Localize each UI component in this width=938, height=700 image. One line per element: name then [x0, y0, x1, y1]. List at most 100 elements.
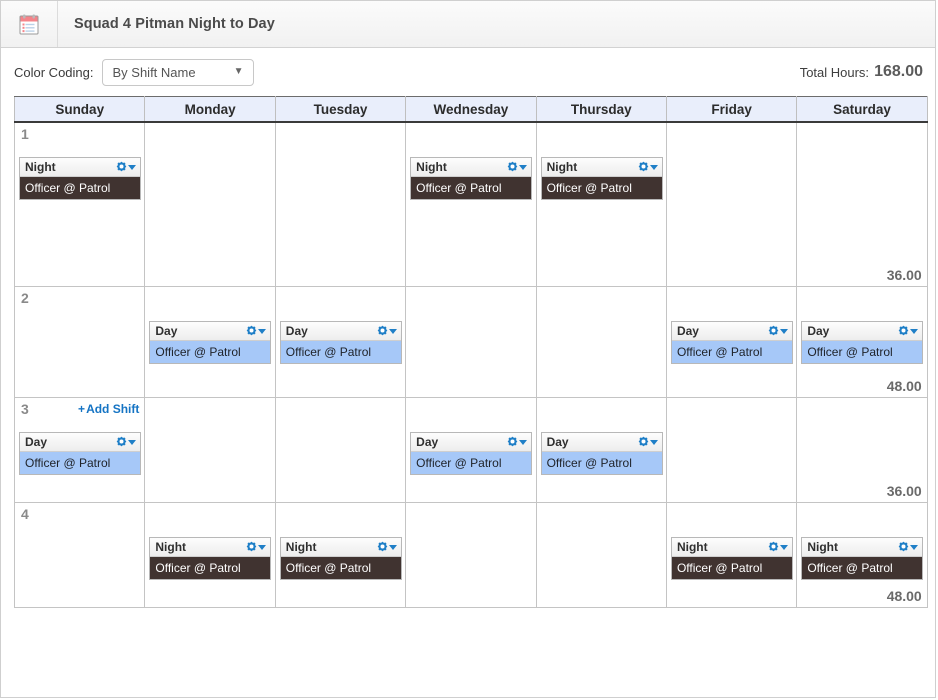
shift-card[interactable]: DayOfficer @ Patrol [19, 432, 141, 475]
cell-spacer [410, 291, 531, 311]
shift-card-header: Day [411, 433, 531, 452]
shift-menu-button[interactable] [768, 540, 788, 555]
calendar-cell[interactable]: 36.00 [797, 398, 927, 503]
shift-menu-button[interactable] [246, 324, 266, 339]
shift-card[interactable]: NightOfficer @ Patrol [19, 157, 141, 200]
chevron-down-icon [389, 329, 397, 334]
shift-card-header: Night [542, 158, 662, 177]
cell-inner: DayOfficer @ Patrol [406, 398, 535, 502]
week-number: 2 [21, 291, 29, 306]
shift-menu-button[interactable] [638, 435, 658, 450]
color-coding-label: Color Coding: [14, 65, 94, 80]
shift-card[interactable]: NightOfficer @ Patrol [801, 537, 923, 580]
calendar-cell[interactable]: NightOfficer @ Patrol [666, 503, 796, 608]
cell-spacer [280, 507, 401, 527]
cell-spacer [149, 127, 270, 147]
shift-card[interactable]: DayOfficer @ Patrol [671, 321, 793, 364]
toolbar: Color Coding: By Shift Name ▼ Total Hour… [1, 48, 935, 96]
calendar-cell[interactable] [145, 122, 275, 287]
calendar-cell[interactable]: DayOfficer @ Patrol [536, 398, 666, 503]
cell-inner: DayOfficer @ Patrol [276, 287, 405, 397]
page-title: Squad 4 Pitman Night to Day [58, 1, 275, 47]
shift-assignment: Officer @ Patrol [150, 341, 270, 363]
calendar-cell[interactable] [275, 122, 405, 287]
shift-menu-button[interactable] [116, 435, 136, 450]
calendar-cell[interactable] [536, 287, 666, 398]
shift-name: Night [155, 541, 186, 553]
calendar-cell[interactable]: Night Officer @ Patrol [536, 122, 666, 287]
shift-menu-button[interactable] [507, 160, 527, 175]
shift-card[interactable]: NightOfficer @ Patrol [149, 537, 271, 580]
chevron-down-icon [910, 545, 918, 550]
shift-card[interactable]: NightOfficer @ Patrol [410, 157, 532, 200]
cell-inner: NightOfficer @ Patrol [406, 123, 535, 286]
calendar-cell[interactable] [536, 503, 666, 608]
shift-name: Day [155, 325, 177, 337]
calendar-cell[interactable] [275, 398, 405, 503]
window-titlebar: Squad 4 Pitman Night to Day [1, 1, 935, 48]
chevron-down-icon [650, 440, 658, 445]
shift-menu-button[interactable] [377, 540, 397, 555]
shift-menu-button[interactable] [638, 160, 658, 175]
chevron-down-icon [780, 329, 788, 334]
shift-card[interactable]: Day Officer @ Patrol [149, 321, 271, 364]
cell-spacer [541, 127, 662, 147]
week-row-header: 1 [19, 127, 140, 147]
total-hours-label: Total Hours: [800, 65, 869, 80]
shift-menu-button[interactable] [377, 324, 397, 339]
calendar-cell[interactable]: NightOfficer @ Patrol [145, 503, 275, 608]
calendar-cell[interactable]: 36.00 [797, 122, 927, 287]
calendar-cell[interactable] [406, 503, 536, 608]
schedule-app-window: Squad 4 Pitman Night to Day Color Coding… [0, 0, 936, 698]
shift-card[interactable]: Night Officer @ Patrol [541, 157, 663, 200]
calendar-cell[interactable]: 1 NightOfficer @ Patrol [15, 122, 145, 287]
chevron-down-icon [389, 545, 397, 550]
shift-name: Night [807, 541, 838, 553]
shift-card-header: Night [672, 538, 792, 557]
shift-menu-button[interactable] [246, 540, 266, 555]
cell-inner [276, 123, 405, 286]
shift-card[interactable]: DayOfficer @ Patrol [541, 432, 663, 475]
cell-inner: Night Officer @ Patrol [537, 123, 666, 286]
shift-name: Night [677, 541, 708, 553]
calendar-cell[interactable] [406, 287, 536, 398]
shift-card[interactable]: NightOfficer @ Patrol [280, 537, 402, 580]
calendar-cell[interactable]: DayOfficer @ Patrol [406, 398, 536, 503]
shift-menu-button[interactable] [507, 435, 527, 450]
gear-icon [116, 435, 127, 450]
calendar-cell[interactable]: NightOfficer @ Patrol [406, 122, 536, 287]
calendar-cell[interactable]: 3+Add ShiftDayOfficer @ Patrol [15, 398, 145, 503]
shift-card[interactable]: DayOfficer @ Patrol [801, 321, 923, 364]
cell-spacer [410, 402, 531, 422]
shift-assignment: Officer @ Patrol [542, 177, 662, 199]
schedule-calendar-table: SundayMondayTuesdayWednesdayThursdayFrid… [14, 96, 928, 608]
color-coding-select[interactable]: By Shift Name ▼ [102, 59, 254, 86]
calendar-cell[interactable]: Day Officer @ Patrol [145, 287, 275, 398]
shift-name: Night [547, 161, 578, 173]
calendar-cell[interactable]: DayOfficer @ Patrol48.00 [797, 287, 927, 398]
calendar-cell[interactable]: NightOfficer @ Patrol [275, 503, 405, 608]
calendar-cell[interactable]: 2 [15, 287, 145, 398]
shift-assignment: Officer @ Patrol [281, 341, 401, 363]
gear-icon [898, 324, 909, 339]
add-shift-link[interactable]: +Add Shift [78, 402, 139, 417]
shift-menu-button[interactable] [898, 324, 918, 339]
calendar-cell[interactable]: DayOfficer @ Patrol [666, 287, 796, 398]
shift-card[interactable]: DayOfficer @ Patrol [280, 321, 402, 364]
cell-inner: NightOfficer @ Patrol48.00 [797, 503, 926, 607]
calendar-cell[interactable]: 4 [15, 503, 145, 608]
shift-menu-button[interactable] [768, 324, 788, 339]
shift-card-header: Night [150, 538, 270, 557]
day-header-sunday: Sunday [15, 97, 145, 123]
calendar-cell[interactable] [666, 398, 796, 503]
shift-card[interactable]: NightOfficer @ Patrol [671, 537, 793, 580]
shift-card[interactable]: DayOfficer @ Patrol [410, 432, 532, 475]
shift-menu-button[interactable] [116, 160, 136, 175]
calendar-cell[interactable] [666, 122, 796, 287]
calendar-icon [19, 14, 39, 35]
calendar-cell[interactable]: NightOfficer @ Patrol48.00 [797, 503, 927, 608]
calendar-cell[interactable] [145, 398, 275, 503]
shift-menu-button[interactable] [898, 540, 918, 555]
calendar-cell[interactable]: DayOfficer @ Patrol [275, 287, 405, 398]
total-hours-value: 168.00 [874, 63, 923, 81]
